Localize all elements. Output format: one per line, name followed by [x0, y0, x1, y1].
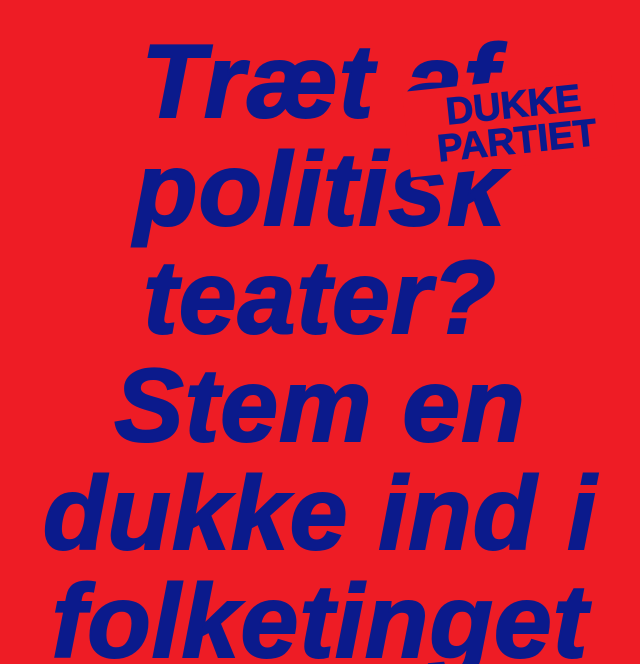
headline-line-4: Stem en — [113, 348, 526, 464]
headline-line-5: dukke ind i — [42, 456, 598, 572]
campaign-poster: Træt af politisk teater? Stem en dukke i… — [0, 0, 640, 664]
headline-line-3: teater? — [142, 240, 497, 356]
headline-line-6: folketinget — [51, 564, 589, 664]
